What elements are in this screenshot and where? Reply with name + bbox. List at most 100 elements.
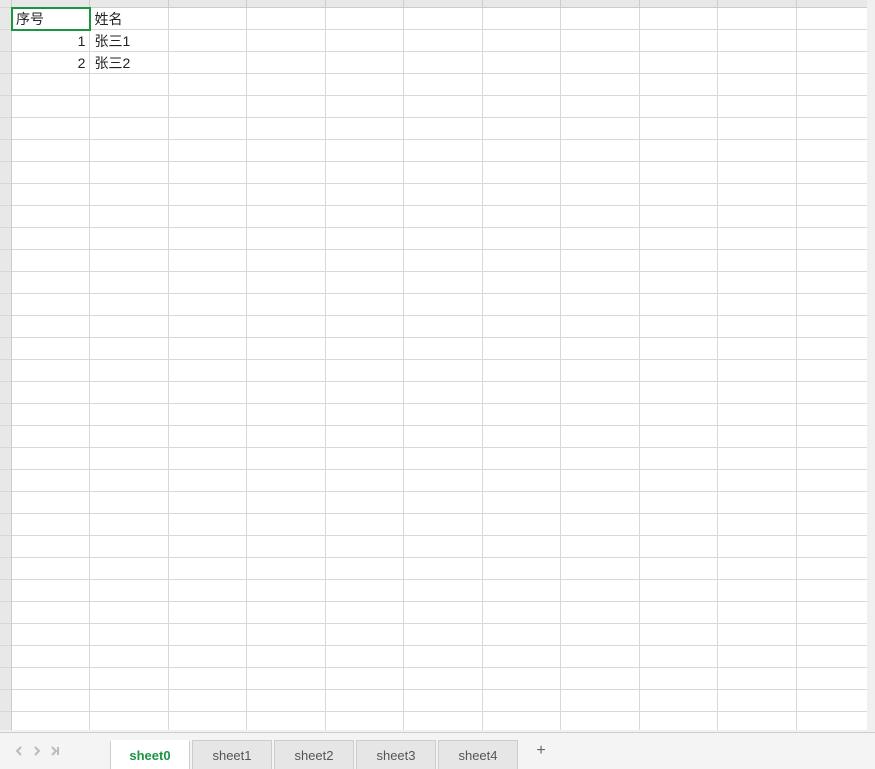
row-header[interactable]	[0, 712, 11, 730]
cell[interactable]	[483, 514, 561, 536]
row-header[interactable]	[0, 338, 11, 360]
cell[interactable]	[483, 162, 561, 184]
vertical-scrollbar[interactable]	[867, 0, 875, 730]
row-header[interactable]	[0, 690, 11, 712]
cell[interactable]	[483, 294, 561, 316]
cell[interactable]	[169, 272, 247, 294]
cell[interactable]	[169, 338, 247, 360]
cell[interactable]	[640, 360, 718, 382]
cell[interactable]	[797, 712, 875, 730]
row-header[interactable]	[0, 250, 11, 272]
cell[interactable]	[90, 294, 168, 316]
row-header[interactable]	[0, 360, 11, 382]
cell[interactable]	[12, 470, 90, 492]
cell[interactable]	[797, 294, 875, 316]
cell[interactable]	[326, 140, 404, 162]
cell[interactable]	[561, 206, 639, 228]
row-header[interactable]	[0, 646, 11, 668]
cell[interactable]	[404, 96, 482, 118]
row-header[interactable]	[0, 536, 11, 558]
cell[interactable]	[797, 668, 875, 690]
cell[interactable]	[561, 338, 639, 360]
cell[interactable]	[247, 448, 325, 470]
cell[interactable]	[483, 118, 561, 140]
cell[interactable]	[640, 30, 718, 52]
cell[interactable]	[561, 8, 639, 30]
row-header[interactable]	[0, 74, 11, 96]
cell[interactable]	[404, 8, 482, 30]
cell[interactable]	[247, 690, 325, 712]
cell[interactable]	[326, 536, 404, 558]
cell[interactable]	[483, 404, 561, 426]
cell[interactable]	[90, 162, 168, 184]
cell[interactable]: 1	[12, 30, 90, 52]
cell[interactable]	[247, 118, 325, 140]
cell[interactable]	[169, 294, 247, 316]
cell[interactable]	[326, 492, 404, 514]
cell[interactable]	[169, 404, 247, 426]
cell[interactable]	[404, 492, 482, 514]
cell[interactable]	[718, 514, 796, 536]
cell[interactable]	[90, 492, 168, 514]
cell[interactable]	[404, 338, 482, 360]
cell[interactable]	[404, 514, 482, 536]
cell[interactable]	[404, 360, 482, 382]
cell[interactable]	[640, 118, 718, 140]
cell[interactable]	[90, 448, 168, 470]
cell[interactable]	[640, 316, 718, 338]
cell[interactable]	[326, 558, 404, 580]
cell[interactable]	[169, 448, 247, 470]
cell[interactable]	[561, 184, 639, 206]
cell[interactable]	[718, 448, 796, 470]
row-header[interactable]	[0, 30, 11, 52]
cell[interactable]	[561, 140, 639, 162]
cell[interactable]	[640, 690, 718, 712]
cell[interactable]	[561, 294, 639, 316]
cell[interactable]: 姓名	[90, 8, 168, 30]
cell[interactable]	[90, 228, 168, 250]
cell[interactable]	[797, 96, 875, 118]
column-header[interactable]	[12, 0, 90, 8]
cell[interactable]	[718, 140, 796, 162]
column-header[interactable]	[247, 0, 325, 8]
cell[interactable]	[797, 118, 875, 140]
cell[interactable]	[247, 30, 325, 52]
cell[interactable]	[797, 470, 875, 492]
cell[interactable]	[561, 558, 639, 580]
cell[interactable]	[404, 228, 482, 250]
cell[interactable]	[326, 118, 404, 140]
cell[interactable]	[561, 316, 639, 338]
cell[interactable]	[169, 602, 247, 624]
cell[interactable]	[640, 492, 718, 514]
sheet-tab[interactable]: sheet3	[356, 740, 436, 769]
cell[interactable]	[483, 668, 561, 690]
cell[interactable]	[797, 404, 875, 426]
cell[interactable]	[797, 382, 875, 404]
cell[interactable]	[561, 382, 639, 404]
cell[interactable]	[718, 30, 796, 52]
cell[interactable]	[326, 206, 404, 228]
cell[interactable]	[561, 272, 639, 294]
cell[interactable]	[718, 426, 796, 448]
cell[interactable]	[247, 8, 325, 30]
row-header[interactable]	[0, 294, 11, 316]
cell[interactable]	[797, 74, 875, 96]
cell[interactable]	[718, 712, 796, 730]
cell[interactable]	[169, 250, 247, 272]
cell[interactable]	[404, 580, 482, 602]
cell[interactable]	[12, 712, 90, 730]
cell[interactable]	[561, 580, 639, 602]
cell[interactable]	[797, 206, 875, 228]
cell[interactable]	[90, 558, 168, 580]
cell[interactable]	[90, 470, 168, 492]
cell[interactable]	[90, 140, 168, 162]
cell[interactable]	[640, 8, 718, 30]
cell[interactable]	[718, 162, 796, 184]
sheet-tab[interactable]: sheet4	[438, 740, 518, 769]
cell[interactable]	[797, 580, 875, 602]
cell[interactable]	[326, 52, 404, 74]
cell[interactable]	[797, 30, 875, 52]
cell[interactable]	[12, 492, 90, 514]
cell[interactable]	[326, 272, 404, 294]
cell[interactable]	[718, 8, 796, 30]
